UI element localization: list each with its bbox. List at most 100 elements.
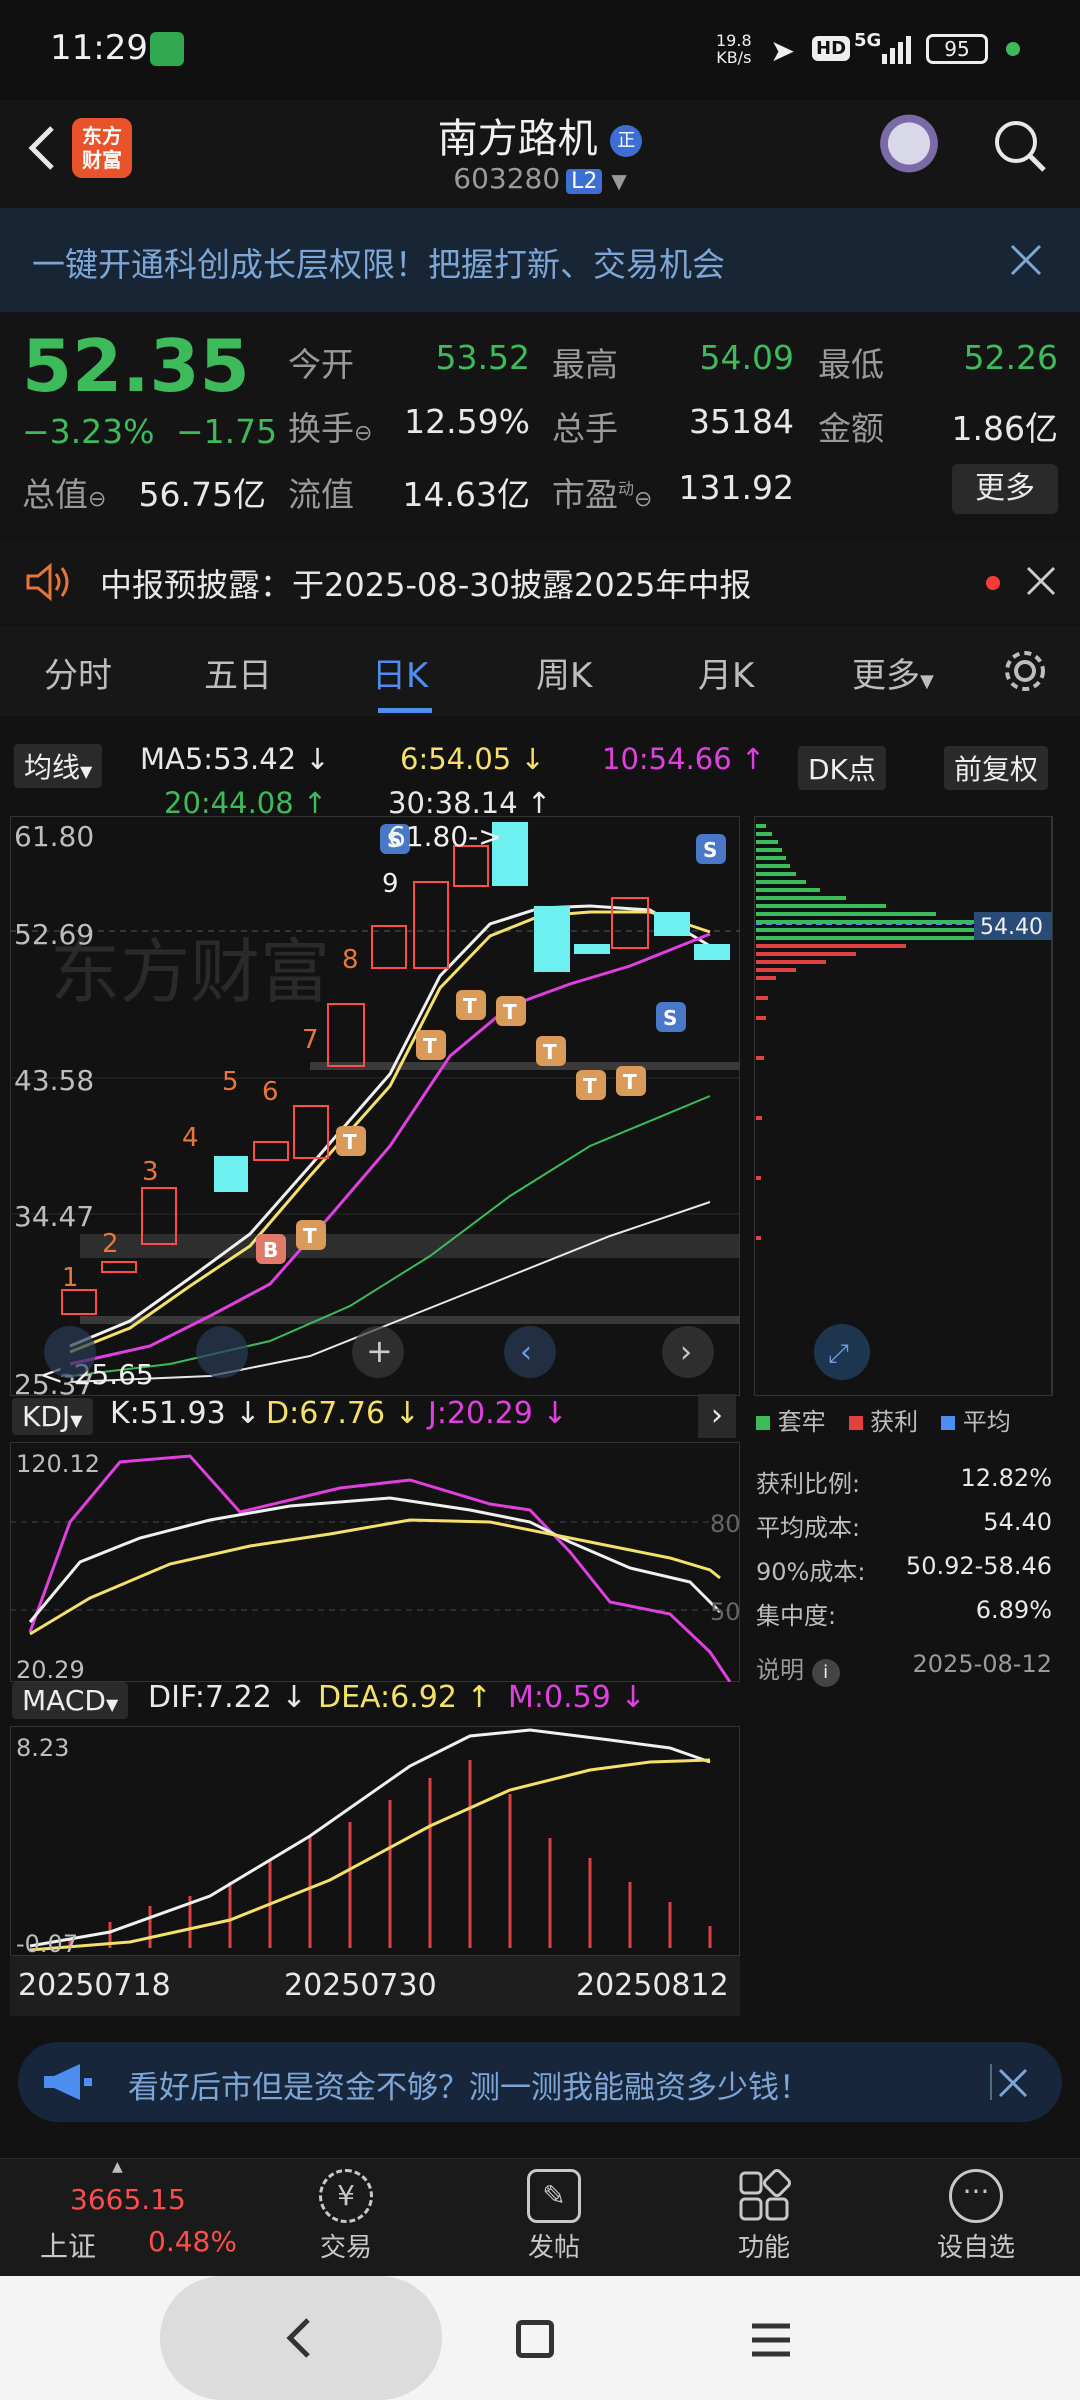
high-marker: 61.80->: [388, 820, 502, 853]
seq-number-5: 5: [222, 1067, 239, 1097]
active-tab-indicator: [378, 708, 432, 713]
pe-label[interactable]: 市盈动⊖: [552, 468, 652, 516]
chip-distribution-chart[interactable]: 54.40 ⤢: [754, 816, 1054, 1396]
chevron-down-icon: ▼: [611, 169, 627, 193]
seq-number-8: 8: [342, 945, 359, 975]
chip-stat-label: 集中度:: [756, 1602, 837, 1630]
close-icon[interactable]: [1024, 564, 1058, 598]
nav-post[interactable]: ✎ 发帖: [494, 2159, 614, 2264]
chip-stat-value: 6.89%: [975, 1596, 1052, 1624]
status-bar: 11:29 19.8 KB/s ➤ HD 5G 95: [0, 0, 1080, 100]
ma5-value: MA5:53.42 ↓: [140, 742, 330, 776]
grid-icon: [737, 2169, 791, 2223]
change-amount: −1.75: [176, 412, 278, 451]
nav-functions[interactable]: 功能: [704, 2159, 824, 2264]
avg-cost-tag: 54.40: [980, 915, 1043, 940]
bottom-nav: ▲ 3665.15 上证 0.48% ¥ 交易 ✎ 发帖 功能 ··· 设自选: [0, 2158, 1080, 2276]
tab-intraday[interactable]: 分时: [44, 648, 112, 697]
promo-banner[interactable]: 一键开通科创成长层权限！把握打新、交易机会: [0, 208, 1080, 312]
info-icon: ⊖: [88, 487, 107, 512]
gear-icon[interactable]: [1000, 646, 1050, 696]
net-speed: 19.8 KB/s: [716, 31, 752, 67]
system-back-button[interactable]: [160, 2276, 442, 2400]
tab-monthly-k[interactable]: 月K: [698, 648, 754, 697]
signal-icon: [880, 34, 916, 64]
date-label: 20250718: [18, 1968, 171, 2003]
date-axis: 20250718 20250730 20250812: [10, 1956, 740, 2016]
sell-marker: S: [663, 1006, 677, 1030]
financing-ad-text: 看好后市但是资金不够？测一测我能融资多少钱！: [128, 2070, 810, 2106]
index-change: 0.48%: [148, 2225, 237, 2258]
promo-banner-text: 一键开通科创成长层权限！把握打新、交易机会: [32, 245, 725, 284]
search-icon[interactable]: [990, 116, 1050, 176]
yen-circle-icon: ¥: [319, 2169, 373, 2223]
turnover-label[interactable]: 换手⊖: [288, 402, 372, 450]
kdj-ref-50: 50: [710, 1598, 740, 1626]
dot-indicator: [1006, 42, 1020, 56]
market-cap-label[interactable]: 总值⊖: [22, 468, 106, 516]
kdj-chart: 120.12 20.29 80 50: [10, 1442, 740, 1682]
notice-text: 中报预披露：于2025-08-30披露2025年中报: [100, 566, 752, 604]
tab-weekly-k[interactable]: 周K: [536, 648, 592, 697]
chevron-down-icon: ▼: [920, 671, 934, 692]
system-home-button[interactable]: [516, 2320, 554, 2358]
volume-value: 35184: [689, 402, 794, 441]
macd-y-bottom: -0.07: [16, 1930, 78, 1956]
volume-label: 总手: [552, 409, 618, 448]
macd-select-dropdown[interactable]: MACD▼: [12, 1682, 129, 1719]
svg-text:⤢: ⤢: [828, 1339, 849, 1369]
system-menu-button[interactable]: [750, 2320, 792, 2360]
system-nav-bar: [0, 2276, 1080, 2400]
pe-value: 131.92: [678, 468, 794, 507]
ma-select-dropdown[interactable]: 均线▼: [14, 744, 103, 788]
notice-bar[interactable]: 中报预披露：于2025-08-30披露2025年中报: [0, 540, 1080, 624]
financing-ad-bar[interactable]: 看好后市但是资金不够？测一测我能融资多少钱！: [18, 2042, 1062, 2122]
period-tabs: 分时 五日 日K 周K 月K 更多▼: [0, 626, 1080, 716]
expand-panel-button[interactable]: ›: [698, 1394, 736, 1438]
info-icon: ⊖: [634, 487, 653, 512]
index-value: 3665.15: [70, 2183, 186, 2216]
more-button[interactable]: 更多: [952, 464, 1058, 514]
level2-badge: L2: [566, 169, 603, 194]
tab-five-day[interactable]: 五日: [204, 648, 272, 697]
ma20-value: 20:44.08 ↑: [164, 786, 328, 820]
close-icon[interactable]: [1008, 242, 1044, 278]
info-icon: ⊖: [354, 421, 373, 446]
hd-icon: HD: [812, 36, 851, 61]
t-marker: T: [623, 1070, 637, 1094]
kdj-j-value: J:20.29 ↓: [428, 1396, 568, 1431]
kdj-d-value: D:67.76 ↓: [266, 1396, 420, 1431]
kline-chart[interactable]: 东方财富 1 2 3 4 5 6 7 8 9 B T T T T T T T T…: [10, 816, 740, 1396]
t-marker: T: [463, 994, 477, 1018]
index-ticker[interactable]: ▲ 3665.15 上证 0.48%: [24, 2159, 244, 2277]
ma6-value: 6:54.05 ↓: [400, 742, 545, 776]
low-value: 52.26: [963, 338, 1058, 377]
kdj-y-top: 120.12: [16, 1450, 100, 1478]
t-marker: T: [303, 1224, 317, 1248]
chip-help[interactable]: 说明 i: [756, 1650, 840, 1687]
macd-y-top: 8.23: [16, 1734, 69, 1762]
kdj-select-dropdown[interactable]: KDJ▼: [12, 1398, 93, 1435]
svg-text:‹: ‹: [520, 1335, 532, 1370]
tab-daily-k[interactable]: 日K: [372, 648, 428, 697]
dk-point-button[interactable]: DK点: [798, 746, 886, 790]
nav-set-watchlist[interactable]: ··· 设自选: [916, 2159, 1036, 2264]
sell-marker: S: [703, 838, 717, 862]
adjust-price-button[interactable]: 前复权: [944, 746, 1049, 790]
high-label: 最高: [552, 345, 618, 384]
high-value: 54.09: [699, 338, 794, 377]
macd-dif-value: DIF:7.22 ↓: [148, 1680, 307, 1715]
speaker-icon: [24, 562, 72, 602]
seq-number-6: 6: [262, 1077, 279, 1107]
stock-header: 东方 财富 南方路机 正 603280 L2 ▼: [0, 100, 1080, 208]
close-icon[interactable]: [990, 2064, 1028, 2100]
turnover-value: 12.59%: [404, 402, 530, 441]
tab-more[interactable]: 更多▼: [852, 648, 934, 697]
y-label: 34.47: [14, 1200, 94, 1233]
market-cap-value: 56.75亿: [138, 475, 266, 514]
nav-trade[interactable]: ¥ 交易: [286, 2159, 406, 2264]
stock-tag-icon: 正: [610, 125, 643, 157]
chip-legend: 套牢 获利 平均: [756, 1402, 1011, 1437]
date-label: 20250730: [284, 1968, 437, 2003]
robot-assistant-icon[interactable]: [874, 112, 944, 182]
